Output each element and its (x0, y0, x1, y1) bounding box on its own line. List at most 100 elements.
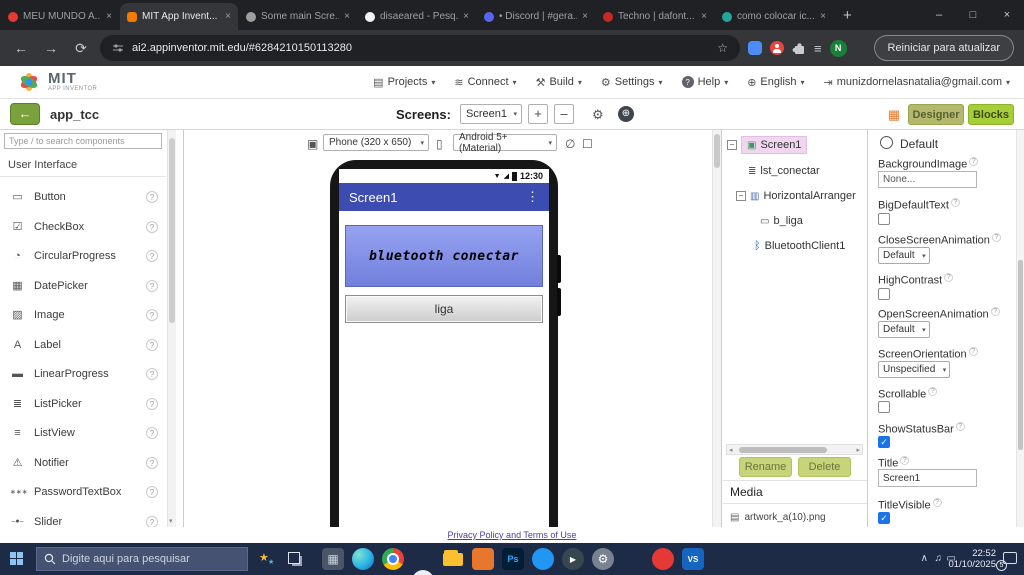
browser-tab[interactable]: • Discord | #gera... × (477, 3, 595, 30)
start-button[interactable] (10, 552, 23, 565)
menu-settings[interactable]: ⚙ Settings ▾ (601, 76, 663, 89)
palette-item-listpicker[interactable]: ≣ ListPicker ? (0, 389, 166, 418)
palette-item-image[interactable]: ▨ Image ? (0, 300, 166, 329)
minimize-button[interactable]: – (922, 0, 956, 30)
task-view-icon[interactable] (288, 552, 300, 564)
taskbar-app-icon[interactable] (652, 548, 674, 570)
taskbar-search[interactable] (36, 547, 248, 571)
maximize-button[interactable]: □ (956, 0, 990, 30)
palette-item-checkbox[interactable]: ☑ CheckBox ? (0, 212, 166, 241)
back-to-projects-button[interactable]: ← (10, 103, 40, 125)
scrollbar-thumb[interactable] (169, 138, 175, 323)
browser-tab[interactable]: disaeared - Pesq... × (358, 3, 476, 30)
show-hidden-checkbox[interactable]: ☐ (582, 137, 593, 151)
background-color-swatch[interactable] (880, 136, 893, 149)
palette-item-passwordtextbox[interactable]: ∗∗∗ PasswordTextBox ? (0, 477, 166, 506)
phone-size-selector[interactable]: Phone (320 x 650) ▾ (323, 134, 429, 151)
forward-icon[interactable]: → (40, 40, 62, 56)
help-icon[interactable]: ? (146, 338, 158, 351)
taskbar-app-icon-photoshop[interactable]: Ps (502, 548, 524, 570)
bookmark-star-icon[interactable]: ☆ (717, 41, 728, 55)
backgroundimage-value[interactable]: None... (878, 171, 977, 188)
privacy-terms-link[interactable]: Privacy Policy and Terms of Use (448, 530, 577, 540)
menu-build[interactable]: ⚒ Build ▾ (536, 76, 582, 89)
extensions-puzzle-icon[interactable] (792, 41, 806, 55)
browser-tab[interactable]: como colocar ic... × (715, 3, 833, 30)
remove-screen-button[interactable]: – (554, 104, 574, 124)
palette-item-linearprogress[interactable]: ▬ LinearProgress ? (0, 359, 166, 388)
screenorientation-dropdown[interactable]: Unspecified ▾ (878, 361, 951, 378)
close-button[interactable]: × (990, 0, 1024, 30)
rotate-phone-icon[interactable]: ▯ (436, 137, 443, 151)
new-tab-button[interactable]: + (843, 7, 852, 24)
screen-settings-icon[interactable]: ⚙ (592, 107, 604, 123)
taskbar-app-icon-explorer[interactable] (442, 548, 464, 570)
toggle-panels-icon[interactable]: ▦ (888, 107, 900, 123)
help-icon[interactable]: ? (146, 485, 158, 498)
tree-item-horizontalarranger[interactable]: − ▥ HorizontalArranger (723, 185, 865, 207)
display-settings-icon[interactable]: ▣ (307, 137, 318, 151)
taskbar-app-icon-settings[interactable]: ⚙ (592, 548, 614, 570)
properties-scrollbar[interactable] (1016, 130, 1024, 527)
delete-button[interactable]: Delete (798, 457, 851, 477)
menu-help[interactable]: ? Help ▾ (681, 76, 728, 88)
help-icon[interactable]: ? (146, 308, 158, 321)
publish-globe-icon[interactable]: ⊕ (618, 106, 634, 122)
browser-tab[interactable]: MEU MUNDO A... × (1, 3, 119, 30)
tree-item-bluetoothclient1[interactable]: ᛒ BluetoothClient1 (723, 235, 865, 257)
collapse-icon[interactable]: − (727, 140, 737, 150)
bluetooth-connect-listpicker[interactable]: bluetooth conectar (345, 225, 543, 287)
taskbar-app-icon-chrome[interactable] (382, 548, 404, 570)
palette-search-input[interactable] (4, 133, 162, 149)
tree-item-lst-conectar[interactable]: ≣ lst_conectar (723, 160, 865, 182)
palette-item-circularprogress[interactable]: ◔ CircularProgress ? (0, 241, 166, 270)
liga-button[interactable]: liga (345, 295, 543, 323)
add-screen-button[interactable]: + (528, 104, 548, 124)
palette-item-listview[interactable]: ≡ ListView ? (0, 418, 166, 447)
taskbar-app-icon[interactable] (412, 570, 434, 575)
reload-icon[interactable]: ⟳ (70, 40, 92, 57)
palette-section-user-interface[interactable]: User Interface (0, 154, 166, 177)
closescreenanimation-dropdown[interactable]: Default ▾ (878, 247, 930, 264)
hidden-components-eye-icon[interactable]: ∅ (565, 137, 575, 151)
help-icon[interactable]: ? (146, 190, 158, 203)
browser-tab[interactable]: Some main Scre... × (239, 3, 357, 30)
help-icon[interactable]: ? (146, 220, 158, 233)
taskbar-search-input[interactable] (62, 553, 232, 565)
tab-close-icon[interactable]: × (820, 11, 826, 22)
bigdefaulttext-checkbox[interactable] (878, 213, 890, 225)
palette-scrollbar[interactable]: ▾ (167, 130, 176, 527)
taskbar-clock[interactable]: 22:52 01/10/2025 (948, 548, 996, 570)
openscreenanimation-dropdown[interactable]: Default ▾ (878, 321, 930, 338)
menu-projects[interactable]: ▤ Projects ▾ (373, 76, 435, 89)
taskbar-app-icon-media[interactable]: ▶ (562, 548, 584, 570)
palette-item-slider[interactable]: –●– Slider ? (0, 507, 166, 527)
tab-close-icon[interactable]: × (463, 11, 469, 22)
help-icon[interactable]: ? (146, 279, 158, 292)
menu-connect[interactable]: ≋ Connect ▾ (454, 76, 516, 89)
scroll-left-icon[interactable]: ◂ (729, 446, 733, 454)
help-icon[interactable]: ? (146, 456, 158, 469)
tab-close-icon[interactable]: × (225, 11, 231, 22)
palette-item-button[interactable]: ▭ Button ? (0, 182, 166, 211)
blocks-view-button[interactable]: Blocks (968, 104, 1014, 125)
scroll-down-icon[interactable]: ▾ (169, 517, 173, 525)
scroll-right-icon[interactable]: ▸ (856, 446, 860, 454)
android-theme-selector[interactable]: Android 5+ (Material) ▾ (453, 132, 557, 154)
viewer-scrollbar[interactable] (712, 130, 721, 527)
tray-volume-icon[interactable]: ♫ (935, 553, 943, 564)
back-icon[interactable]: ← (10, 40, 32, 56)
components-hscrollbar[interactable]: ◂ ▸ (726, 444, 863, 455)
taskbar-app-icon-vscode[interactable]: VS (682, 548, 704, 570)
help-icon[interactable]: ? (146, 397, 158, 410)
media-file-item[interactable]: ▤ artwork_a(10).png (730, 512, 862, 523)
menu-language[interactable]: ⊕ English ▾ (747, 76, 804, 89)
titlevisible-checkbox[interactable]: ✓ (878, 512, 890, 524)
url-bar[interactable]: ai2.appinventor.mit.edu/#628421015011328… (100, 35, 740, 61)
tab-close-icon[interactable]: × (701, 11, 707, 22)
taskbar-app-icon-edge[interactable] (352, 548, 374, 570)
help-icon[interactable]: ? (146, 426, 158, 439)
scrollable-checkbox[interactable] (878, 401, 890, 413)
widgets-sparkle-icon[interactable]: ★ (268, 558, 274, 566)
taskbar-app-icon[interactable] (532, 548, 554, 570)
